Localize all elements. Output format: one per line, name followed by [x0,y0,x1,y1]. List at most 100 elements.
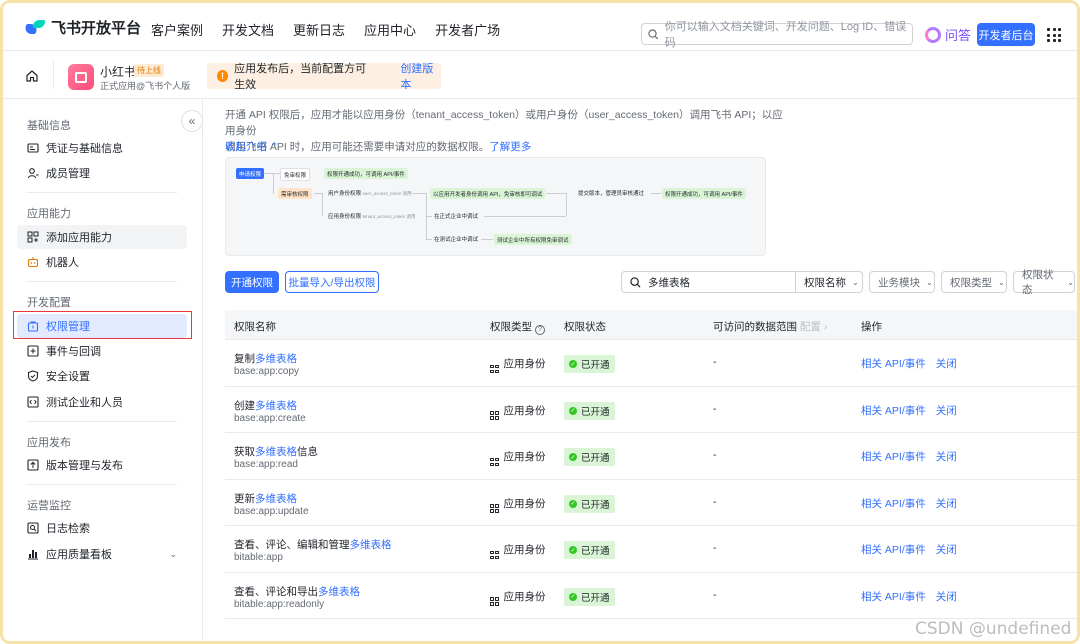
config-link[interactable]: 配置 [800,321,821,333]
table-row: 复制多维表格 base:app:copy 应用身份 ✓ 已开通 - 相关 API/事件 关闭 [225,340,1077,387]
close-permission-link[interactable]: 关闭 [936,358,957,370]
dev-console-button[interactable]: 开发者后台 [977,23,1035,46]
permission-status: ✓ 已开通 [564,355,615,373]
related-api-link[interactable]: 相关 API/事件 [861,498,926,510]
sidebar-item-robot[interactable]: 机器人 [17,250,187,274]
check-icon: ✓ [569,406,577,415]
status-filter-select[interactable]: 权限状态 ⌄ [1013,269,1075,296]
nav-item-app-center[interactable]: 应用中心 [364,20,416,39]
flow-node-review: 需审核权限 [278,188,312,199]
open-permission-button[interactable]: 开通权限 [225,271,279,293]
row-actions: 相关 API/事件 关闭 [861,589,957,604]
related-api-link[interactable]: 相关 API/事件 [861,544,926,556]
doc-search-input[interactable]: 你可以输入文档关键词、开发问题、Log ID、错误码 [641,21,913,49]
create-version-link[interactable]: 创建版本 [400,60,441,92]
permission-code: bitable:app:readonly [234,598,325,610]
flow-connector [412,193,426,194]
permission-type: 应用身份 [490,449,546,466]
help-icon[interactable]: ? [535,325,545,335]
status-badge: ✓ 已开通 [564,401,615,420]
sidebar-item-label: 凭证与基础信息 [46,143,123,155]
permission-name: 查看、评论和导出多维表格 [234,584,360,599]
close-permission-link[interactable]: 关闭 [936,498,957,510]
sidebar-item-versions[interactable]: 版本管理与发布 [17,453,187,477]
name-prefix: 更新 [234,492,255,505]
related-api-link[interactable]: 相关 API/事件 [861,358,926,370]
check-icon: ✓ [569,546,577,554]
divider [53,61,54,89]
table-header: 权限名称 权限类型? 权限状态 可访问的数据范围 配置 › 操作 [225,310,1077,340]
flow-note: user_access_token 调用 [362,191,412,196]
close-permission-link[interactable]: 关闭 [936,451,957,463]
nav-menu: 客户案例 开发文档 更新日志 应用中心 开发者广场 [151,20,519,39]
close-permission-link[interactable]: 关闭 [936,544,957,556]
nav-item-changelog[interactable]: 更新日志 [293,20,345,39]
flow-connector [546,193,566,194]
table-row: 查看、评论、编辑和管理多维表格 bitable:app 应用身份 ✓ 已开通 - 相关 AP… [225,526,1077,573]
sidebar-item-label: 安全设置 [46,371,90,383]
app-name[interactable]: 小红书 [100,63,136,80]
close-permission-link[interactable]: 关闭 [936,591,957,603]
row-actions: 相关 API/事件 关闭 [861,496,957,511]
select-label: 权限状态 [1022,269,1054,296]
nav-item-dev-square[interactable]: 开发者广场 [435,20,500,39]
collapse-intro-link[interactable]: 收起介绍 ⌃ [225,139,279,154]
permission-name: 查看、评论、编辑和管理多维表格 [234,537,392,552]
logo[interactable]: 飞书开放平台 [23,17,141,38]
divider [27,192,177,193]
permission-flow-diagram: 申请权限 免审权限 权限开通成功，可调用 API/事件 需审核权限 用户身份权限… [225,157,766,256]
dashboard-icon [27,548,39,560]
divider [27,281,177,282]
permission-name: 更新多维表格 [234,491,297,506]
sidebar-item-members[interactable]: 成员管理 [17,161,187,185]
flow-connector [426,216,432,217]
related-api-link[interactable]: 相关 API/事件 [861,451,926,463]
sidebar-item-security[interactable]: 安全设置 [17,364,187,388]
permission-name: 复制多维表格 [234,351,297,366]
related-api-link[interactable]: 相关 API/事件 [861,591,926,603]
home-icon[interactable] [25,69,39,83]
learn-more-link[interactable]: 了解更多 [489,141,531,153]
log-icon [27,522,39,534]
related-api-link[interactable]: 相关 API/事件 [861,405,926,417]
nav-item-cases[interactable]: 客户案例 [151,20,203,39]
permission-search-input[interactable]: 多维表格 [621,271,797,293]
sidebar-item-logs[interactable]: 日志检索 [17,516,187,540]
sidebar-item-label: 机器人 [46,257,79,269]
permission-status: ✓ 已开通 [564,448,615,466]
collapse-sidebar-icon[interactable]: « [181,110,203,132]
row-actions: 相关 API/事件 关闭 [861,542,957,557]
type-filter-select[interactable]: 权限类型 ⌄ [941,271,1007,293]
check-icon: ✓ [569,360,577,368]
app-identity-icon [490,364,499,373]
select-label: 权限类型 [950,276,992,289]
search-icon [630,276,641,288]
ask-icon [925,26,941,43]
data-scope: - [713,449,717,461]
data-scope: - [713,495,717,508]
section-title-publish: 应用发布 [27,437,71,449]
sidebar-item-test-org[interactable]: 测试企业和人员 [17,390,187,414]
chevron-down-icon[interactable]: ⌄ [169,549,177,560]
status-label: 已开通 [581,360,610,371]
name-prefix: 查看、评论、编辑和管理 [234,539,350,551]
module-filter-select[interactable]: 业务模块 ⌄ [869,271,935,293]
name-highlight: 多维表格 [255,446,297,458]
divider [27,484,177,485]
sidebar-item-quality-dashboard[interactable]: 应用质量看板 ⌄ [17,542,187,566]
credential-icon [27,142,39,154]
app-window: 飞书开放平台 客户案例 开发文档 更新日志 应用中心 开发者广场 你可以输入文档… [0,0,1080,644]
search-field-select[interactable]: 权限名称 ⌄ [795,271,863,293]
table-row: 创建多维表格 base:app:create 应用身份 ✓ 已开通 - 相关 API/事件关… [225,387,1077,433]
ask-button[interactable]: 问答 [925,25,971,44]
sidebar-item-credentials[interactable]: 凭证与基础信息 [17,136,187,160]
nav-item-docs[interactable]: 开发文档 [222,20,274,39]
batch-import-export-button[interactable]: 批量导入/导出权限 [285,271,379,293]
flow-node-prod-debug: 在正式企业中调试 [434,214,479,220]
sidebar-item-add-capability[interactable]: 添加应用能力 [17,225,187,249]
apps-grid-icon[interactable] [1047,28,1061,42]
flow-node-test-debug: 在测试企业中调试 [434,237,479,243]
close-permission-link[interactable]: 关闭 [936,405,957,417]
sidebar-item-events[interactable]: 事件与回调 [17,339,187,363]
section-title-dev-config: 开发配置 [27,297,71,309]
